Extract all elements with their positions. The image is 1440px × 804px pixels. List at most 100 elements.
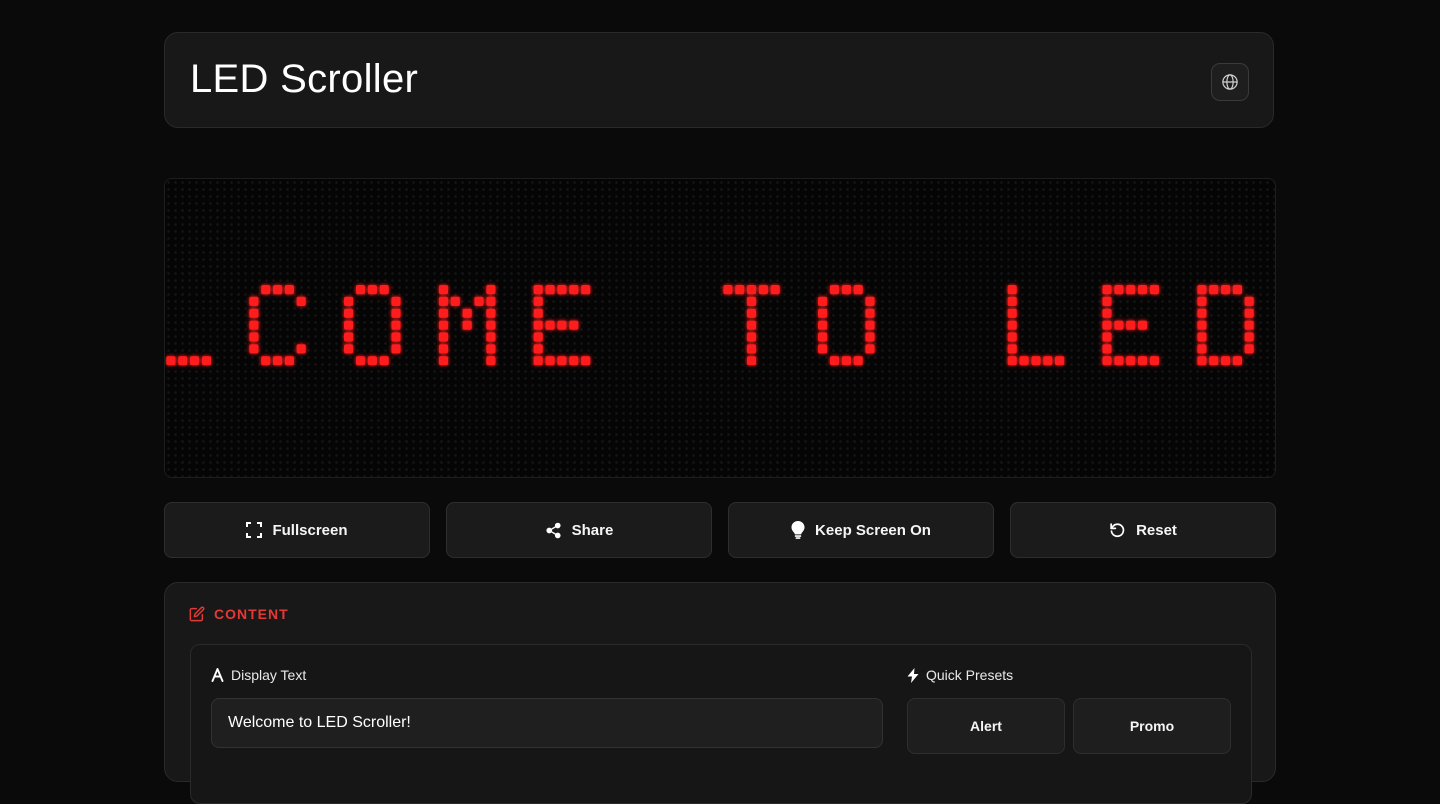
led-pixel xyxy=(391,320,401,330)
edit-icon xyxy=(189,606,205,622)
led-pixel xyxy=(296,344,306,354)
led-pixel xyxy=(438,332,449,342)
led-pixel xyxy=(367,356,377,366)
led-pixel xyxy=(1019,356,1029,366)
led-pixel xyxy=(1007,296,1017,306)
led-pixel xyxy=(818,332,828,342)
preset-promo-button[interactable]: Promo xyxy=(1073,698,1231,754)
led-pixel xyxy=(438,285,449,295)
led-pixel xyxy=(486,320,496,330)
led-pixel xyxy=(249,308,259,318)
led-pixel xyxy=(829,285,840,295)
led-pixel xyxy=(829,356,840,366)
led-pixel xyxy=(545,356,555,366)
led-pixel xyxy=(1232,285,1242,295)
led-pixel xyxy=(391,332,401,342)
display-text-input[interactable] xyxy=(211,698,883,748)
led-pixel xyxy=(533,285,543,295)
led-pixel xyxy=(462,320,472,330)
led-pixel xyxy=(1197,320,1207,330)
led-pixel xyxy=(486,296,496,306)
lightning-icon xyxy=(907,667,919,683)
led-pixel xyxy=(746,344,757,354)
led-pixel xyxy=(1031,356,1041,366)
led-pixel xyxy=(865,332,875,342)
led-pixel xyxy=(166,356,176,366)
led-pixel xyxy=(1197,308,1207,318)
led-pixel xyxy=(273,356,283,366)
led-pixel xyxy=(1244,308,1254,318)
reset-button[interactable]: Reset xyxy=(1010,502,1276,558)
led-pixel xyxy=(569,320,579,330)
led-pixel xyxy=(178,356,188,366)
led-pixel xyxy=(486,308,496,318)
led-pixel xyxy=(391,308,401,318)
led-pixel xyxy=(1244,296,1254,306)
led-pixel xyxy=(1221,285,1231,295)
led-pixel xyxy=(841,285,851,295)
led-pixel xyxy=(486,332,496,342)
led-pixel xyxy=(1102,308,1112,318)
led-pixel xyxy=(723,285,733,295)
led-pixel xyxy=(853,356,863,366)
led-pixel xyxy=(1043,356,1053,366)
led-pixel xyxy=(1102,320,1112,330)
led-pixel xyxy=(438,308,449,318)
led-pixel xyxy=(201,356,212,366)
led-pixel xyxy=(581,356,591,366)
led-pixel xyxy=(746,285,757,295)
led-pixel xyxy=(379,356,389,366)
led-pixel xyxy=(1197,332,1207,342)
led-pixel xyxy=(474,296,484,306)
led-pixel xyxy=(379,285,389,295)
fullscreen-button[interactable]: Fullscreen xyxy=(164,502,430,558)
led-pixel xyxy=(557,285,567,295)
led-pixel xyxy=(486,356,496,366)
led-pixel xyxy=(533,344,543,354)
led-pixel xyxy=(865,308,875,318)
led-pixel xyxy=(865,320,875,330)
fullscreen-label: Fullscreen xyxy=(272,521,348,539)
share-button[interactable]: Share xyxy=(446,502,712,558)
led-pixel xyxy=(1007,344,1017,354)
reset-label: Reset xyxy=(1136,521,1177,539)
led-pixel xyxy=(746,308,757,318)
led-pixel xyxy=(569,356,579,366)
led-pixel xyxy=(1102,356,1112,366)
preset-alert-button[interactable]: Alert xyxy=(907,698,1065,754)
led-pixel xyxy=(261,356,271,366)
led-pixel xyxy=(1221,356,1231,366)
led-pixel xyxy=(545,285,555,295)
led-pixel xyxy=(249,344,259,354)
led-pixel xyxy=(344,308,354,318)
action-bar: Fullscreen Share Keep Screen On Reset xyxy=(164,502,1276,558)
led-pixel xyxy=(581,285,591,295)
led-pixel xyxy=(746,356,757,366)
share-icon xyxy=(545,522,562,539)
led-pixel xyxy=(438,344,449,354)
content-panel: CONTENT Display Text Quick Presets Alert… xyxy=(164,582,1276,804)
led-pixel xyxy=(865,344,875,354)
led-pixel xyxy=(1007,320,1017,330)
led-pixel xyxy=(1102,332,1112,342)
led-pixel xyxy=(438,320,449,330)
reset-icon xyxy=(1109,522,1126,539)
led-pixel xyxy=(746,320,757,330)
led-pixel xyxy=(1244,344,1254,354)
language-button[interactable] xyxy=(1211,63,1249,101)
led-pixel xyxy=(569,285,579,295)
led-pixel xyxy=(355,356,366,366)
led-pixel xyxy=(1114,320,1124,330)
led-pixel xyxy=(1149,356,1160,366)
led-pixel xyxy=(1102,296,1112,306)
keep-screen-on-button[interactable]: Keep Screen On xyxy=(728,502,994,558)
led-pixel xyxy=(1209,285,1219,295)
led-pixel xyxy=(865,296,875,306)
led-pixel xyxy=(1126,285,1136,295)
app-header: LED Scroller xyxy=(164,32,1274,128)
led-pixel xyxy=(486,344,496,354)
led-pixel xyxy=(1197,285,1207,295)
led-display: LCOME TO LED SC xyxy=(164,178,1276,478)
led-pixel xyxy=(1244,332,1254,342)
led-pixel xyxy=(1138,285,1148,295)
